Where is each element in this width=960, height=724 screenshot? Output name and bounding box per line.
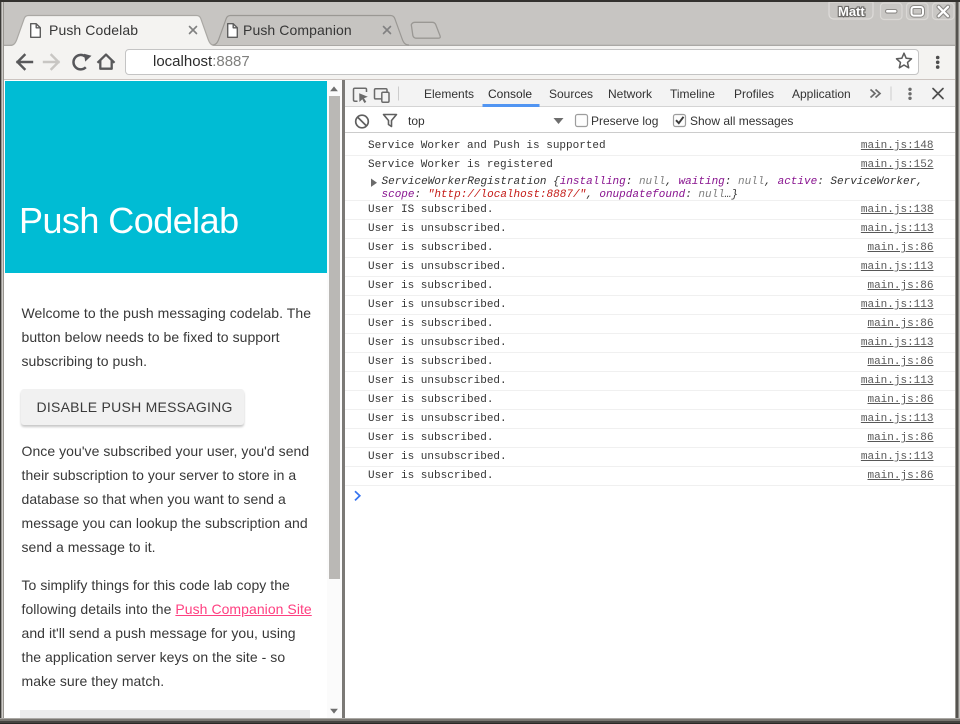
svg-text:Push Companion: Push Companion (243, 22, 352, 38)
svg-text:Push Codelab: Push Codelab (49, 22, 138, 38)
svg-text:Matt: Matt (838, 4, 865, 19)
